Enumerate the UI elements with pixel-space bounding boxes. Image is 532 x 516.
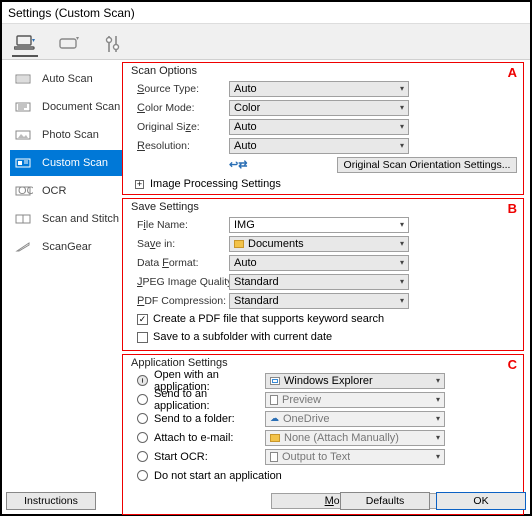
sidebar-item-ocr[interactable]: OC OCR [10,178,122,204]
tab-general-settings[interactable] [100,31,126,57]
file-name-label: File Name: [131,219,229,231]
color-mode-select[interactable]: Color▾ [229,100,409,116]
sidebar-item-label: ScanGear [42,241,92,253]
preview-icon [270,395,278,405]
sidebar-item-label: Photo Scan [42,129,99,141]
document-scan-icon [14,99,34,115]
source-type-label: Source Type: [131,83,229,95]
auto-scan-icon [14,71,34,87]
scan-options-title: Scan Options [131,65,517,77]
original-size-label: Original Size: [131,121,229,133]
stitch-icon [14,211,34,227]
onedrive-icon: ☁ [270,413,279,424]
source-type-select[interactable]: Auto▾ [229,81,409,97]
start-ocr-radio[interactable] [137,451,148,462]
defaults-button[interactable]: Defaults [340,492,430,510]
do-not-start-label: Do not start an application [154,470,282,482]
section-scan-options: A Scan Options Source Type: Auto▾ Color … [122,62,524,195]
scangear-icon [14,239,34,255]
sidebar: Auto Scan Document Scan Photo Scan Custo… [2,60,122,514]
section-letter-c: C [508,357,517,372]
sidebar-item-document-scan[interactable]: Document Scan [10,94,122,120]
sidebar-item-label: Scan and Stitch [42,213,119,225]
subfolder-label: Save to a subfolder with current date [153,331,332,343]
rotate-arrow-icon: ↩⇄ [229,158,247,171]
toolbar-tabs [2,24,530,60]
mail-icon [270,434,280,442]
sidebar-item-photo-scan[interactable]: Photo Scan [10,122,122,148]
expander-label: Image Processing Settings [150,178,281,190]
send-app-select[interactable]: Preview▾ [265,392,445,408]
ocr-icon: OC [14,183,34,199]
data-format-select[interactable]: Auto▾ [229,255,409,271]
open-app-select[interactable]: Windows Explorer▾ [265,373,445,389]
file-name-field[interactable]: IMG▾ [229,217,409,233]
save-in-select[interactable]: Documents▾ [229,236,409,252]
start-ocr-label: Start OCR: [154,451,208,463]
resolution-select[interactable]: Auto▾ [229,138,409,154]
pdf-compression-select[interactable]: Standard▾ [229,293,409,309]
application-settings-title: Application Settings [131,357,517,369]
subfolder-checkbox[interactable] [137,332,148,343]
tab-scan-from-printer[interactable] [56,31,82,57]
instructions-button[interactable]: Instructions [6,492,96,510]
folder-icon [234,240,244,248]
do-not-start-radio[interactable] [137,470,148,481]
text-icon [270,452,278,462]
section-save-settings: B Save Settings File Name: IMG▾ Save in:… [122,198,524,351]
data-format-label: Data Format: [131,257,229,269]
section-letter-b: B [508,201,517,216]
ok-button[interactable]: OK [436,492,526,510]
color-mode-label: Color Mode: [131,102,229,114]
attach-email-select[interactable]: None (Attach Manually)▾ [265,430,445,446]
main-panel: A Scan Options Source Type: Auto▾ Color … [122,60,530,514]
sidebar-item-scangear[interactable]: ScanGear [10,234,122,260]
sidebar-item-label: Auto Scan [42,73,93,85]
sidebar-item-auto-scan[interactable]: Auto Scan [10,66,122,92]
save-settings-title: Save Settings [131,201,517,213]
tab-scan-from-computer[interactable] [12,31,38,57]
jpeg-quality-label: JPEG Image Quality: [131,276,229,288]
send-app-label: Send to an application: [154,388,265,412]
bottom-bar: Instructions Defaults OK [4,490,528,512]
custom-scan-icon [14,155,34,171]
section-letter-a: A [508,65,517,80]
start-ocr-select[interactable]: Output to Text▾ [265,449,445,465]
window: Settings (Custom Scan) Auto Scan Documen… [0,0,532,516]
pdf-keyword-label: Create a PDF file that supports keyword … [153,313,384,325]
send-folder-label: Send to a folder: [154,413,235,425]
pdf-keyword-checkbox[interactable]: ✓ [137,314,148,325]
explorer-icon [270,377,280,385]
content-area: Auto Scan Document Scan Photo Scan Custo… [2,60,530,514]
image-processing-expander[interactable]: + Image Processing Settings [131,178,517,190]
sidebar-item-custom-scan[interactable]: Custom Scan [10,150,122,176]
photo-scan-icon [14,127,34,143]
sidebar-item-label: OCR [42,185,66,197]
original-size-select[interactable]: Auto▾ [229,119,409,135]
send-folder-select[interactable]: ☁OneDrive▾ [265,411,445,427]
sidebar-item-label: Custom Scan [42,157,108,169]
sidebar-item-label: Document Scan [42,101,120,113]
titlebar: Settings (Custom Scan) [2,2,530,24]
orientation-settings-button[interactable]: Original Scan Orientation Settings... [337,157,517,173]
svg-text:OC: OC [18,185,33,197]
jpeg-quality-select[interactable]: Standard▾ [229,274,409,290]
attach-email-label: Attach to e-mail: [154,432,233,444]
resolution-label: Resolution: [131,140,229,152]
pdf-compression-label: PDF Compression: [131,295,229,307]
plus-icon: + [135,180,144,189]
send-folder-radio[interactable] [137,413,148,424]
save-in-label: Save in: [131,238,229,250]
send-app-radio[interactable] [137,394,148,405]
sidebar-item-scan-and-stitch[interactable]: Scan and Stitch [10,206,122,232]
attach-email-radio[interactable] [137,432,148,443]
open-app-radio[interactable] [137,375,148,386]
